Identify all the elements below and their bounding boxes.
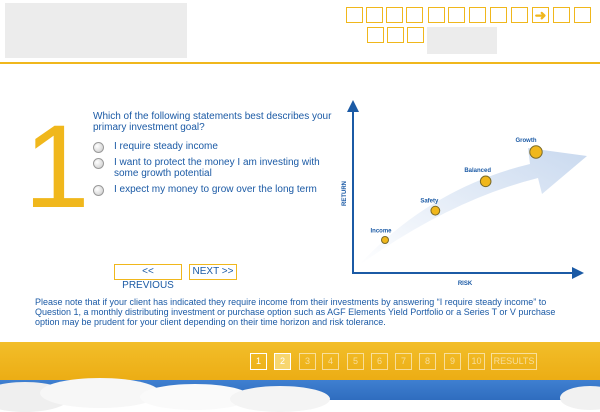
- y-axis-label: RETURN: [342, 181, 348, 206]
- header-nav-box[interactable]: [386, 7, 403, 23]
- header-nav-box[interactable]: [448, 7, 465, 23]
- chart-point-growth: [529, 145, 543, 159]
- question-number: 1: [24, 101, 90, 233]
- cloud: [560, 386, 600, 410]
- chart-point-balanced: [479, 175, 492, 188]
- radio-button[interactable]: [93, 158, 104, 169]
- option-protect-growth[interactable]: I want to protect the money I am investi…: [93, 157, 334, 179]
- header-nav-box[interactable]: [367, 27, 384, 43]
- header: ➜: [0, 0, 600, 62]
- header-nav-box[interactable]: [407, 27, 424, 43]
- page-button-7[interactable]: 7: [395, 353, 412, 370]
- header-nav-box[interactable]: [346, 7, 363, 23]
- header-nav-box[interactable]: [553, 7, 570, 23]
- header-nav-placeholder: [427, 27, 497, 54]
- question-text: Which of the following statements best d…: [93, 111, 332, 133]
- chart-point-label: Safety: [420, 198, 439, 204]
- advisory-note: Please note that if your client has indi…: [35, 297, 556, 327]
- header-nav-box[interactable]: [511, 7, 528, 23]
- radio-button[interactable]: [93, 142, 104, 153]
- chart-point-label: Income: [370, 229, 392, 235]
- page-button-6[interactable]: 6: [371, 353, 388, 370]
- risk-return-chart: RETURN RISK Income Safety Balanced Growth: [342, 100, 587, 287]
- trend-arrow: [358, 148, 587, 266]
- previous-button[interactable]: << PREVIOUS: [114, 264, 182, 291]
- header-nav-box[interactable]: [366, 7, 383, 23]
- option-steady-income[interactable]: I require steady income: [93, 141, 334, 153]
- page-button-4[interactable]: 4: [322, 353, 339, 370]
- header-nav-box[interactable]: [574, 7, 591, 23]
- header-nav-box[interactable]: [469, 7, 486, 23]
- chart-point-safety: [430, 205, 441, 216]
- option-label: I require steady income: [114, 141, 218, 152]
- header-nav-box[interactable]: [406, 7, 423, 23]
- cloud: [230, 386, 330, 412]
- option-long-term-growth[interactable]: I expect my money to grow over the long …: [93, 184, 334, 196]
- sky-banner-image: [0, 378, 600, 412]
- logo-placeholder: [5, 3, 187, 58]
- results-button[interactable]: RESULTS: [491, 353, 537, 370]
- chart-point-label: Balanced: [464, 168, 491, 174]
- chart-point-label: Growth: [516, 138, 537, 144]
- page-button-8[interactable]: 8: [419, 353, 436, 370]
- header-nav-box[interactable]: [387, 27, 404, 43]
- header-divider: [0, 62, 600, 64]
- next-button[interactable]: NEXT >>: [189, 264, 237, 280]
- option-label: I want to protect the money I am investi…: [114, 157, 320, 179]
- y-axis-arrowhead: [347, 100, 359, 112]
- x-axis-arrowhead: [572, 267, 584, 279]
- chart-point-income: [381, 236, 389, 244]
- page-button-10[interactable]: 10: [468, 353, 485, 370]
- header-nav-box[interactable]: [428, 7, 445, 23]
- page-button-9[interactable]: 9: [444, 353, 461, 370]
- x-axis-label: RISK: [458, 281, 473, 287]
- option-label: I expect my money to grow over the long …: [114, 184, 317, 195]
- radio-button[interactable]: [93, 185, 104, 196]
- page-button-1[interactable]: 1: [250, 353, 267, 370]
- right-arrow-icon[interactable]: ➜: [532, 7, 549, 23]
- page-button-3[interactable]: 3: [299, 353, 316, 370]
- header-nav-box[interactable]: [490, 7, 507, 23]
- page-button-2[interactable]: 2: [274, 353, 291, 370]
- page-button-5[interactable]: 5: [347, 353, 364, 370]
